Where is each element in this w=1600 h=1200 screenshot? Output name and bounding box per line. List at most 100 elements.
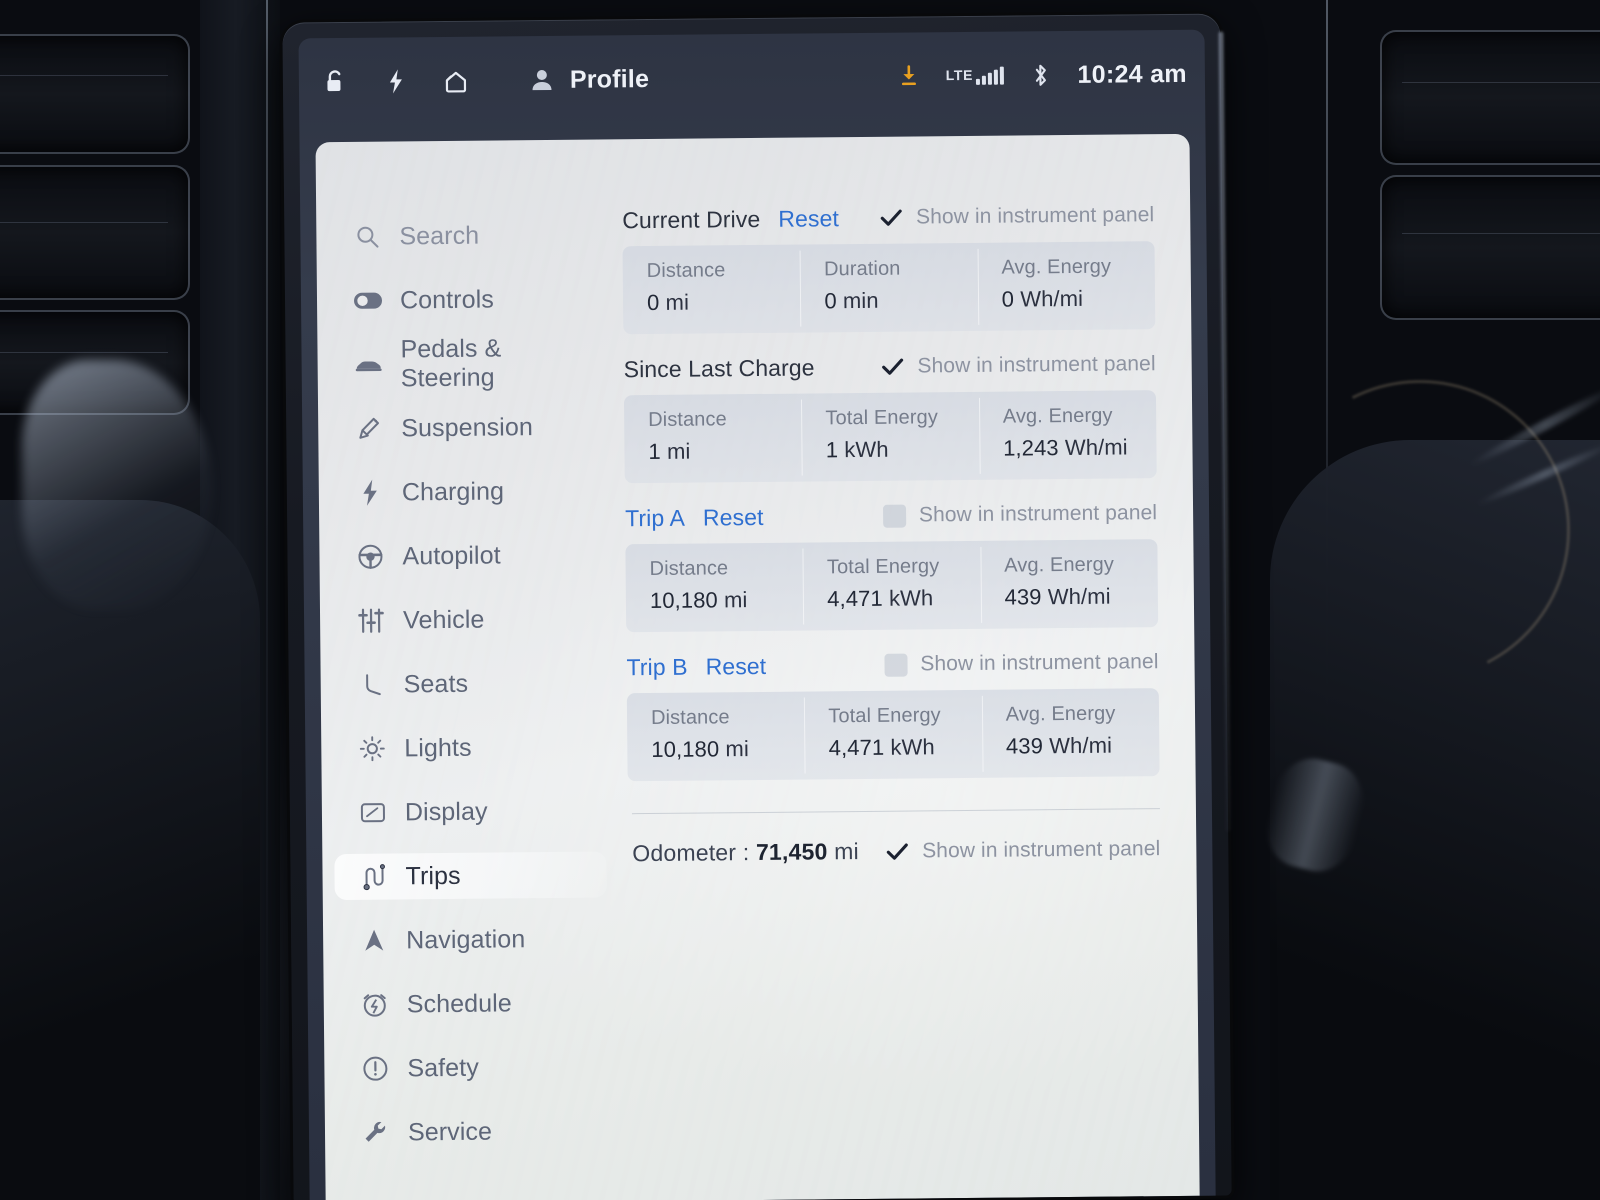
stat-cell: Avg. Energy 439 Wh/mi — [980, 539, 1158, 629]
profile-button[interactable]: Profile — [527, 64, 649, 95]
sidebar-item-label: Seats — [403, 669, 469, 698]
reset-button[interactable]: Reset — [703, 503, 764, 531]
stat-unit: mi — [723, 587, 748, 613]
trip-block: Current Drive Reset Show in instrument pan… — [622, 198, 1156, 335]
reset-button[interactable]: Reset — [778, 205, 839, 233]
stat-number: 1,243 — [1003, 435, 1059, 461]
sidebar-item-display[interactable]: Display — [334, 787, 606, 836]
odometer-show-toggle[interactable]: Show in instrument panel — [886, 837, 1160, 864]
checkbox[interactable] — [884, 653, 908, 677]
stat-value: 4,471 kWh — [829, 734, 983, 761]
odometer-unit: mi — [834, 838, 859, 865]
sidebar-item-seats[interactable]: Seats — [332, 659, 604, 708]
divider — [631, 808, 1160, 815]
unlock-icon[interactable] — [321, 67, 351, 97]
checkbox[interactable] — [881, 355, 904, 378]
sidebar-item-label: Display — [404, 797, 488, 826]
trip-block-title: Current Drive — [622, 205, 761, 233]
sidebar-item-suspension[interactable]: Suspension — [330, 403, 602, 452]
cellular-signal-indicator: LTE — [945, 66, 1004, 86]
stat-number: 0 — [1001, 286, 1015, 312]
stat-card: Distance 10,180 mi Total Energy 4,471 kWh Av… — [625, 539, 1159, 633]
checkbox[interactable] — [880, 206, 903, 229]
dash-trim-left — [266, 0, 268, 1200]
stat-value: 1 kWh — [826, 436, 980, 463]
sidebar-item-safety[interactable]: Safety — [336, 1043, 608, 1092]
stat-label: Total Energy — [828, 704, 941, 728]
stat-value: 4,471 kWh — [827, 585, 981, 612]
stat-value: 10,180 mi — [651, 736, 805, 763]
show-in-instrument-panel-toggle[interactable]: Show in instrument panel — [884, 650, 1159, 677]
sidebar-item-search[interactable]: Search — [328, 211, 600, 260]
odometer-label: Odometer — [632, 839, 737, 867]
sidebar-item-vehicle[interactable]: Vehicle — [332, 595, 604, 644]
sidebar-item-label: Navigation — [406, 924, 526, 954]
show-in-instrument-panel-toggle[interactable]: Show in instrument panel — [881, 352, 1156, 379]
stat-number: 10,180 — [651, 736, 720, 763]
download-icon[interactable] — [894, 61, 924, 91]
stat-label: Avg. Energy — [1005, 702, 1116, 726]
sliders-icon — [356, 608, 386, 634]
stat-number: 439 — [1005, 733, 1044, 759]
sidebar-item-label: Vehicle — [402, 605, 485, 634]
suspension-icon — [354, 416, 384, 442]
show-in-instrument-panel-toggle[interactable]: Show in instrument panel — [882, 501, 1157, 528]
checkbox[interactable] — [886, 840, 909, 863]
stat-number: 0 — [646, 289, 660, 316]
sidebar-item-service[interactable]: Service — [337, 1107, 609, 1156]
sidebar-item-label: Schedule — [406, 988, 512, 1018]
stat-unit: Wh/mi — [1064, 434, 1128, 461]
stat-card: Distance 1 mi Total Energy 1 kWh Avg. Energy… — [623, 390, 1157, 484]
show-in-instrument-panel-label: Show in instrument panel — [922, 836, 1161, 862]
home-icon[interactable] — [441, 66, 471, 96]
checkbox[interactable] — [882, 504, 907, 528]
trip-block-header: Trip A Reset Show in instrument panel — [625, 496, 1157, 535]
sidebar-item-label: Trips — [405, 861, 461, 890]
sidebar-item-lights[interactable]: Lights — [333, 723, 605, 772]
bluetooth-icon[interactable] — [1025, 60, 1055, 90]
stat-card: Distance 10,180 mi Total Energy 4,471 kWh Av… — [626, 688, 1160, 782]
stat-cell: Avg. Energy 0 Wh/mi — [977, 241, 1155, 331]
sidebar-item-charging[interactable]: Charging — [331, 467, 603, 516]
bolt-icon[interactable] — [381, 66, 411, 96]
sidebar-item-pedals-steering[interactable]: Pedals & Steering — [329, 334, 601, 392]
trip-block-title[interactable]: Trip A — [625, 504, 685, 532]
sidebar-item-trips[interactable]: Trips — [334, 851, 607, 901]
signal-bars-icon — [975, 66, 1004, 85]
navigation-icon — [359, 928, 389, 954]
stat-unit: Wh/mi — [1047, 583, 1111, 610]
light-icon — [357, 735, 387, 763]
sidebar-item-label: Charging — [401, 476, 505, 506]
schedule-icon — [360, 991, 390, 1019]
stat-unit: mi — [665, 289, 690, 315]
stat-card: Distance 0 mi Duration 0 min Avg. Energy 0 Wh… — [622, 241, 1156, 335]
show-in-instrument-panel-toggle[interactable]: Show in instrument panel — [880, 203, 1154, 230]
trip-block-title[interactable]: Trip B — [626, 653, 687, 681]
stat-value: 1,243 Wh/mi — [1003, 434, 1157, 461]
network-type-label: LTE — [945, 66, 974, 84]
sidebar-item-navigation[interactable]: Navigation — [335, 915, 607, 964]
stat-label: Distance — [646, 259, 726, 283]
stat-value: 0 min — [824, 287, 978, 314]
stat-cell: Distance 10,180 mi — [625, 543, 803, 633]
stat-value: 0 Wh/mi — [1002, 285, 1156, 312]
sidebar-item-autopilot[interactable]: Autopilot — [331, 531, 603, 580]
stat-label: Duration — [823, 257, 901, 281]
touchscreen-bezel: Profile LTE 10:24 am Search Controls Ped… — [282, 13, 1232, 1200]
air-vent-right-bottom — [1380, 175, 1600, 320]
stat-cell: Total Energy 4,471 kWh — [804, 690, 982, 780]
sidebar-item-schedule[interactable]: Schedule — [336, 979, 608, 1028]
stat-unit: kWh — [888, 585, 934, 611]
reset-button[interactable]: Reset — [706, 652, 767, 680]
stat-cell: Distance 0 mi — [623, 245, 801, 335]
stat-number: 10,180 — [649, 587, 718, 614]
stat-label: Avg. Energy — [1001, 255, 1112, 279]
sidebar-item-controls[interactable]: Controls — [329, 275, 601, 324]
trip-block: Trip B Reset Show in instrument panel Dista… — [626, 645, 1160, 782]
odometer-separator: : — [742, 839, 750, 866]
sidebar-item-label: Suspension — [401, 412, 534, 442]
touchscreen-display: Profile LTE 10:24 am Search Controls Ped… — [298, 29, 1216, 1200]
settings-sidebar: Search Controls Pedals & Steering Suspensio… — [315, 139, 621, 1200]
trip-block-title: Since Last Charge — [623, 353, 815, 382]
stat-value: 439 Wh/mi — [1004, 583, 1158, 610]
